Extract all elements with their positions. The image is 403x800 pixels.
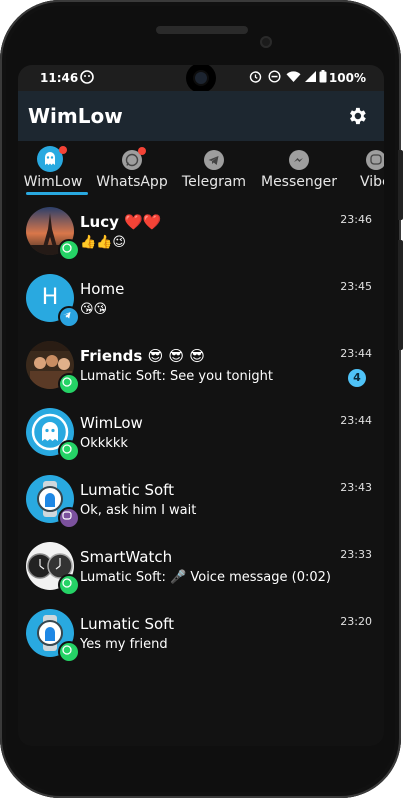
chat-time: 23:44 <box>340 414 372 427</box>
chat-time: 23:44 <box>340 347 372 360</box>
app-title: WimLow <box>28 104 123 128</box>
status-time: 11:46 <box>40 71 79 85</box>
tab-telegram-label: Telegram <box>181 174 247 190</box>
tab-bar: WimLow WhatsApp Telegram Messenger Vib <box>18 141 384 197</box>
chat-time: 23:46 <box>340 213 372 226</box>
whatsapp-badge-icon <box>58 574 80 596</box>
wimlow-notification-dot <box>59 146 67 154</box>
telegram-badge-icon <box>58 306 80 328</box>
chat-message: Lumatic Soft: See you tonight <box>80 369 273 384</box>
chat-name: Home <box>80 280 125 298</box>
chat-name: Lumatic Soft <box>80 481 175 499</box>
status-bar: 11:46 100% <box>18 65 384 93</box>
chat-time: 23:45 <box>340 280 372 293</box>
wifi-icon <box>286 70 301 86</box>
whatsapp-badge-icon <box>58 373 80 395</box>
signal-icon <box>304 70 317 86</box>
chat-name: Friends 😎 😎 😎 <box>80 347 205 365</box>
do-not-disturb-icon <box>268 70 281 86</box>
earpiece-speaker <box>156 26 248 34</box>
chat-message: Lumatic Soft: 🎤 Voice message (0:02) <box>80 570 331 585</box>
chat-item-home[interactable]: H Home 😘😘 23:45 <box>18 264 384 331</box>
tab-wimlow[interactable]: WimLow <box>20 141 86 197</box>
chat-name: Lucy ❤️❤️ <box>80 213 162 231</box>
front-camera <box>260 36 272 48</box>
whatsapp-badge-icon <box>58 440 80 462</box>
chat-message: Okkkkk <box>80 436 128 451</box>
selected-tab-indicator <box>26 192 88 195</box>
tab-viber-label: Vibe <box>360 174 384 190</box>
chat-item-lucy[interactable]: Lucy ❤️❤️ 👍👍😉 23:46 <box>18 197 384 264</box>
chat-time: 23:43 <box>340 481 372 494</box>
gear-icon[interactable] <box>346 105 368 127</box>
alarm-icon <box>249 70 262 86</box>
whatsapp-badge-icon <box>58 641 80 663</box>
tab-messenger[interactable]: Messenger <box>260 141 338 197</box>
chat-name: SmartWatch <box>80 548 173 566</box>
messenger-icon <box>289 150 309 170</box>
chat-item-friends[interactable]: Friends 😎 😎 😎 Lumatic Soft: See you toni… <box>18 331 384 398</box>
chat-item-lumatic-soft[interactable]: Lumatic Soft Ok, ask him I wait 23:43 <box>18 465 384 532</box>
camera-cutout <box>186 65 216 93</box>
phone-frame: 11:46 100% WimLow WimLow WhatsApp Telegr… <box>0 0 403 798</box>
power-button <box>398 150 403 220</box>
chat-time: 23:33 <box>340 548 372 561</box>
battery-icon <box>319 70 327 86</box>
tab-whatsapp[interactable]: WhatsApp <box>96 141 168 197</box>
volume-button <box>398 240 403 350</box>
app-bar: WimLow <box>18 91 384 141</box>
chat-name: WimLow <box>80 414 143 432</box>
chat-item-lumatic-soft-2[interactable]: Lumatic Soft Yes my friend 23:20 <box>18 599 384 666</box>
chat-time: 23:20 <box>340 615 372 628</box>
unread-count-badge: 4 <box>348 369 366 387</box>
chat-message: 😘😘 <box>80 302 108 317</box>
whatsapp-badge-icon <box>58 239 80 261</box>
viber-badge-icon <box>58 507 80 529</box>
notification-ghost-icon <box>80 70 94 87</box>
chat-item-wimlow[interactable]: WimLow Okkkkk 23:44 <box>18 398 384 465</box>
battery-percentage: 100% <box>328 71 366 85</box>
tab-messenger-label: Messenger <box>260 174 338 190</box>
chat-message: Ok, ask him I wait <box>80 503 197 518</box>
whatsapp-notification-dot <box>138 147 146 155</box>
chat-message: Yes my friend <box>80 637 168 652</box>
screen: 11:46 100% WimLow WimLow WhatsApp Telegr… <box>18 65 384 746</box>
tab-telegram[interactable]: Telegram <box>178 141 250 197</box>
tab-viber[interactable]: Vibe <box>354 141 384 197</box>
chat-message: 👍👍😉 <box>80 235 126 250</box>
chat-name: Lumatic Soft <box>80 615 175 633</box>
telegram-icon <box>204 150 224 170</box>
chat-item-smartwatch[interactable]: SmartWatch Lumatic Soft: 🎤 Voice message… <box>18 532 384 599</box>
tab-wimlow-label: WimLow <box>23 174 83 190</box>
viber-icon <box>366 150 384 170</box>
tab-whatsapp-label: WhatsApp <box>96 174 168 190</box>
